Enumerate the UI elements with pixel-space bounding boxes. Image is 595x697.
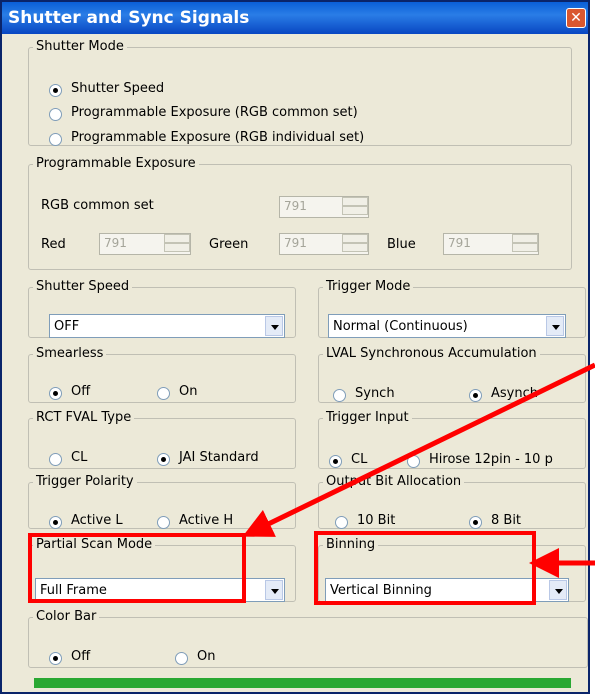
arrow-to-partial-scan xyxy=(242,362,595,537)
annotation-arrows xyxy=(242,362,595,578)
